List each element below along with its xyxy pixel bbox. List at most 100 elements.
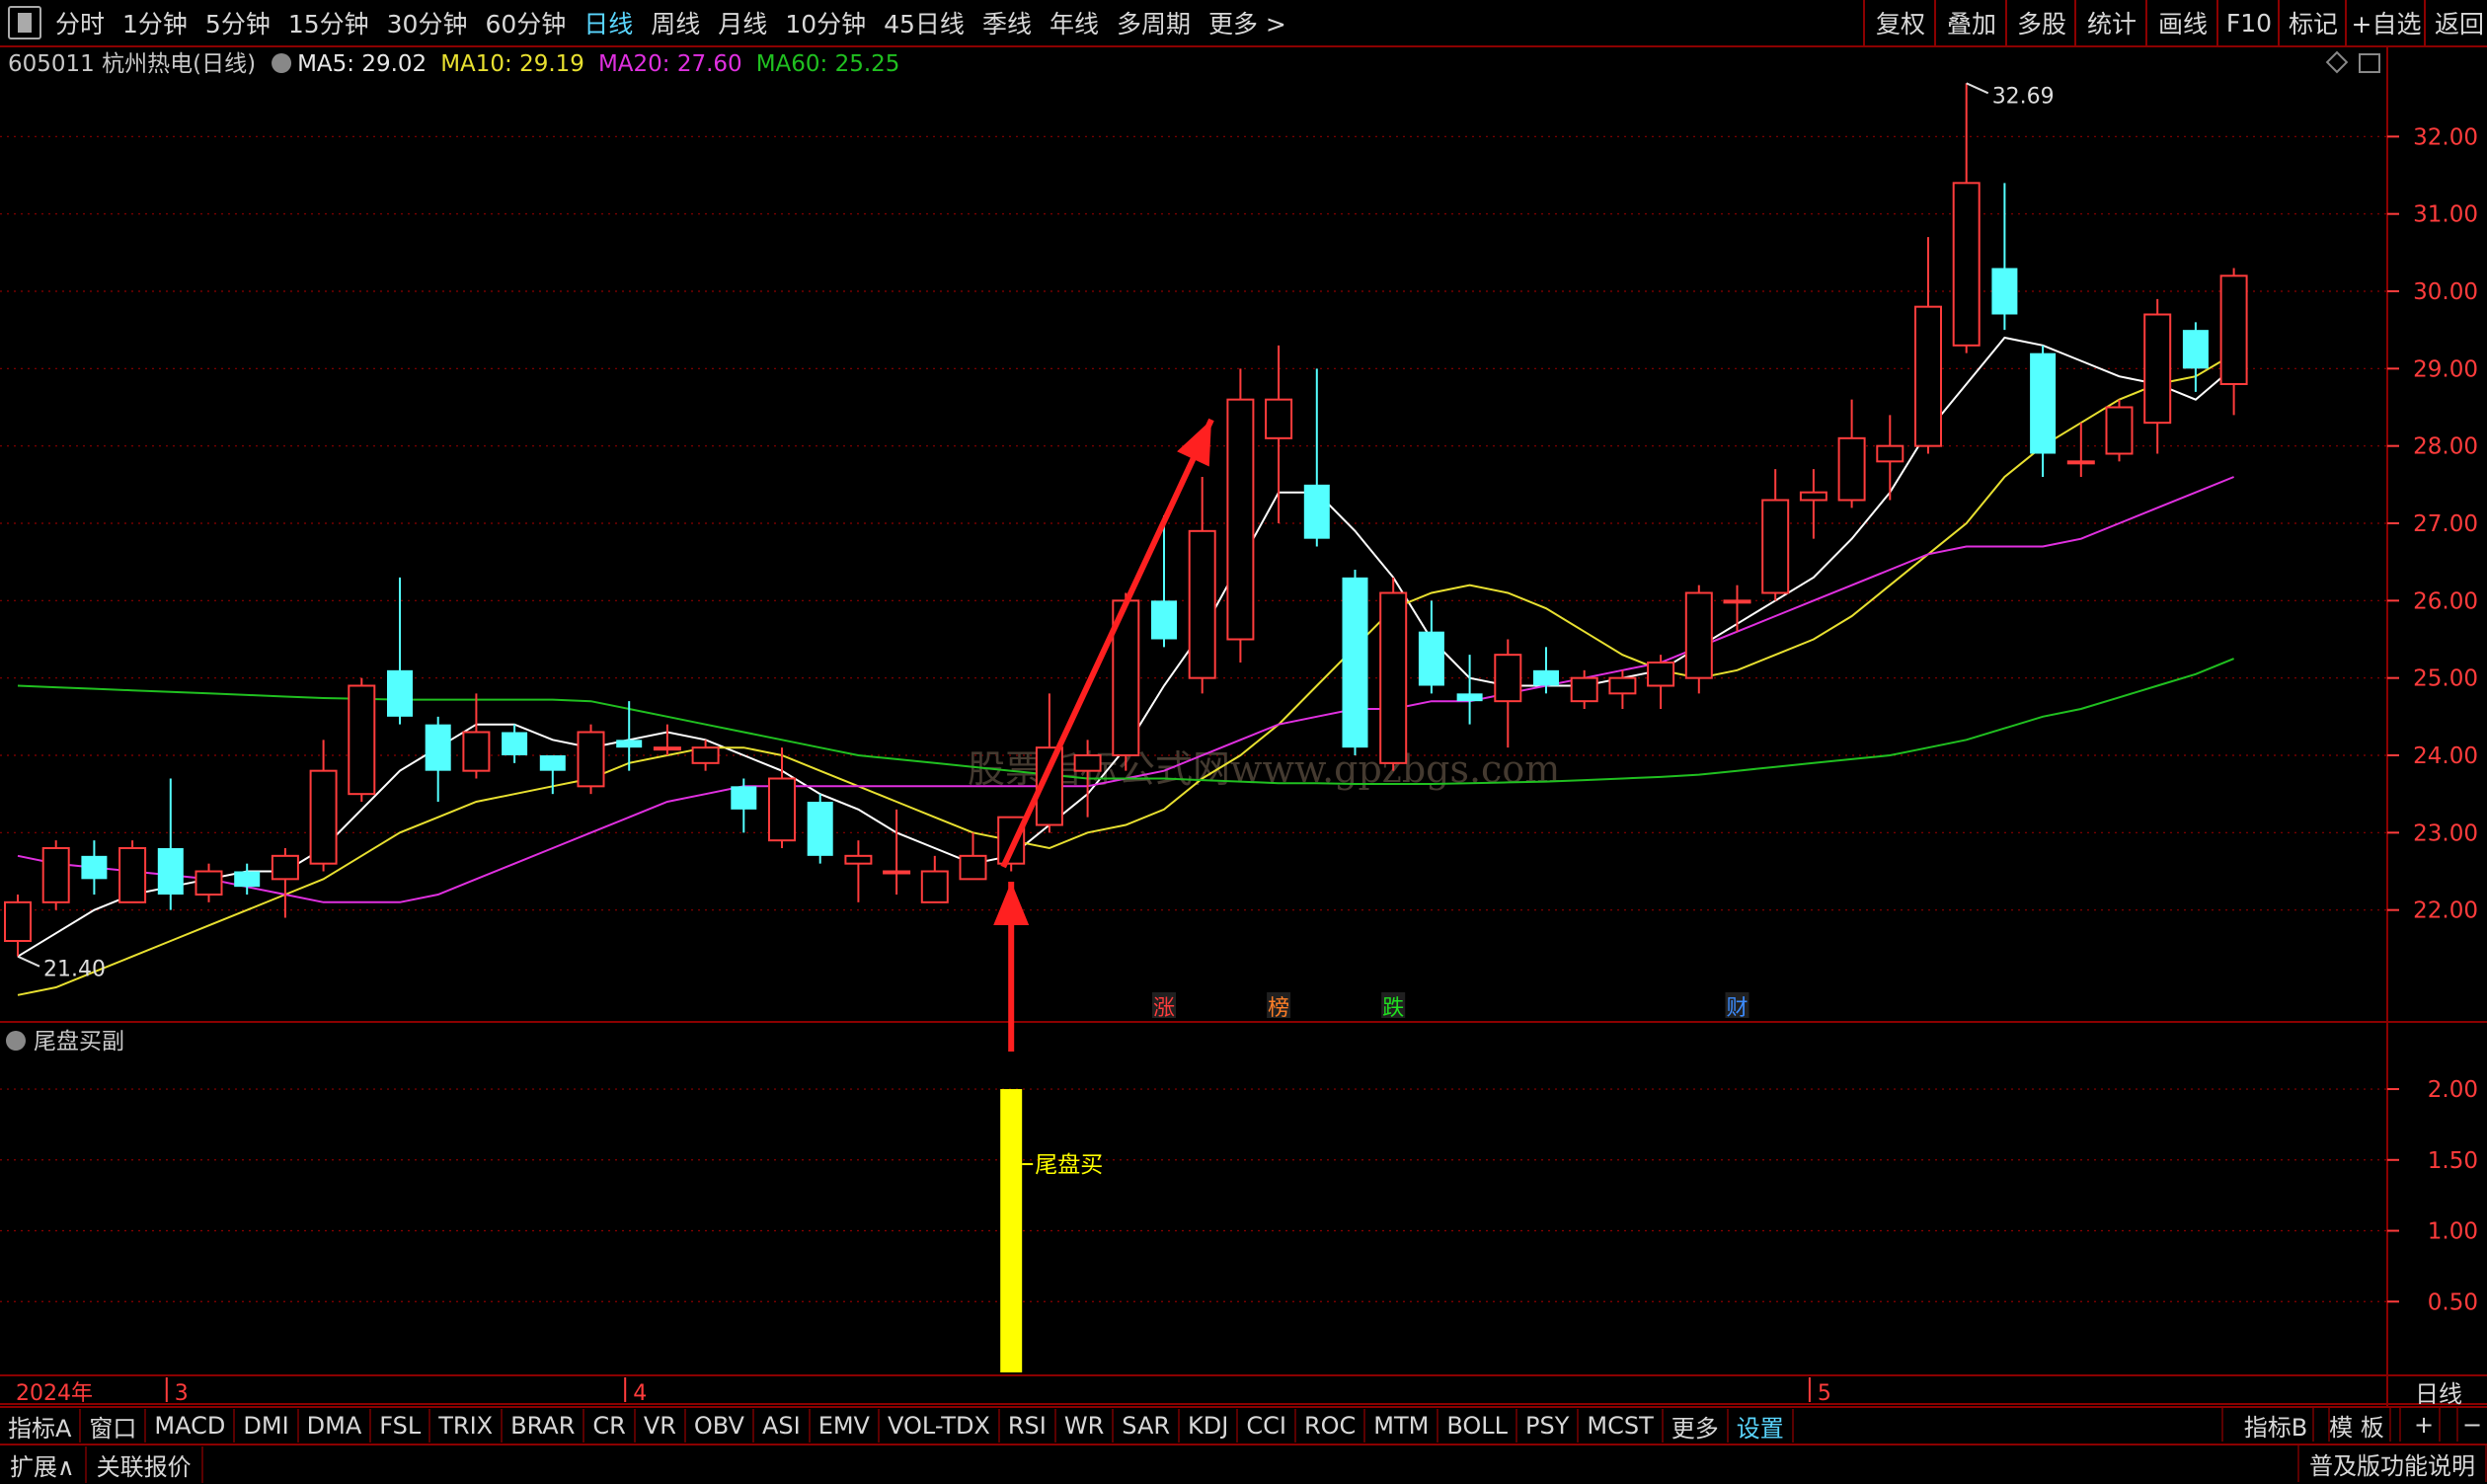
indicator-button-25[interactable]: 设置	[1729, 1409, 1794, 1443]
candle-body-up	[1073, 754, 1102, 772]
header-ma10: MA10: 29.19	[440, 51, 584, 77]
indicator-button-13[interactable]: VOL-TDX	[880, 1409, 1000, 1443]
indicator-button-23[interactable]: MCST	[1579, 1409, 1664, 1443]
period-tab-9[interactable]: 10分钟	[785, 5, 866, 40]
bottom-left-button-1[interactable]: 关联报价	[87, 1446, 203, 1483]
candle-body-down	[157, 848, 184, 895]
indicator-button-24[interactable]: 更多	[1664, 1409, 1729, 1443]
high-label: 32.69	[1992, 84, 2055, 109]
bottom-left-button-0[interactable]: 扩展∧	[0, 1446, 87, 1483]
indicator-button-20[interactable]: MTM	[1365, 1409, 1439, 1443]
candle-body-up	[1379, 591, 1408, 764]
help-link[interactable]: 普及版功能说明	[2297, 1445, 2487, 1482]
tool-button-6[interactable]: 标记	[2278, 0, 2347, 45]
candle-body-up	[2143, 313, 2172, 425]
period-tab-10[interactable]: 45日线	[884, 5, 965, 40]
tool-button-7[interactable]: +自选	[2345, 0, 2426, 45]
indicator-button-21[interactable]: BOLL	[1438, 1409, 1518, 1443]
period-tab-4[interactable]: 30分钟	[387, 5, 468, 40]
indicator-button-16[interactable]: SAR	[1114, 1409, 1181, 1443]
indicator-button-0[interactable]: 指标A	[0, 1409, 82, 1443]
period-tab-8[interactable]: 月线	[718, 5, 767, 40]
candle-body-up	[271, 854, 299, 881]
candle-body-up	[118, 847, 147, 903]
candle-body-down	[234, 871, 261, 888]
indicator-button-11[interactable]: ASI	[754, 1409, 811, 1443]
x-tick-label: 5	[1818, 1381, 1831, 1406]
indicator-button-9[interactable]: VR	[636, 1409, 686, 1443]
period-tab-2[interactable]: 5分钟	[205, 5, 271, 40]
header-ma20: MA20: 27.60	[598, 51, 742, 77]
period-tab-0[interactable]: 分时	[55, 5, 105, 40]
signal-label: 尾盘买	[1035, 1152, 1103, 1178]
y-tick-label: 25.00	[2413, 666, 2478, 692]
period-tab-6[interactable]: 日线	[583, 5, 633, 40]
candle-body-down	[1533, 669, 1559, 686]
indicator-button-3[interactable]: DMI	[235, 1409, 299, 1443]
candle-body-up	[1226, 398, 1255, 641]
indicator-button-10[interactable]: OBV	[686, 1409, 754, 1443]
period-tab-3[interactable]: 15分钟	[288, 5, 369, 40]
right-indicator-button-3[interactable]: −	[2439, 1408, 2487, 1442]
indicator-button-22[interactable]: PSY	[1517, 1409, 1580, 1443]
period-tab-12[interactable]: 年线	[1049, 5, 1099, 40]
indicator-button-2[interactable]: MACD	[146, 1409, 236, 1443]
candle-body-up	[1188, 529, 1216, 679]
rally-arrow-shaft	[1000, 418, 1214, 869]
indicator-button-1[interactable]: 窗口	[81, 1409, 147, 1443]
period-tab-11[interactable]: 季线	[982, 5, 1032, 40]
tool-button-0[interactable]: 复权	[1863, 0, 1936, 45]
right-indicator-button-1[interactable]: 模 板	[2312, 1408, 2401, 1442]
candle-body-up	[194, 870, 223, 896]
candle-body-up	[1265, 398, 1293, 439]
tool-button-2[interactable]: 多股	[2005, 0, 2076, 45]
indicator-button-14[interactable]: RSI	[1000, 1409, 1056, 1443]
period-tab-1[interactable]: 1分钟	[122, 5, 188, 40]
period-tab-13[interactable]: 多周期	[1117, 5, 1191, 40]
event-marker: 涨	[1153, 996, 1175, 1021]
candle-body-up	[577, 731, 605, 788]
period-tab-14[interactable]: 更多 >	[1208, 5, 1286, 40]
candle-body-up	[4, 900, 32, 942]
indicator-button-15[interactable]: WR	[1056, 1409, 1115, 1443]
period-tab-7[interactable]: 周线	[651, 5, 700, 40]
candle-body-up	[1952, 182, 1981, 347]
indicator-button-5[interactable]: FSL	[371, 1409, 431, 1443]
indicator-button-18[interactable]: CCI	[1238, 1409, 1296, 1443]
indicator-button-6[interactable]: TRIX	[430, 1409, 504, 1443]
tool-button-3[interactable]: 统计	[2074, 0, 2147, 45]
candle-body-up	[1608, 676, 1637, 695]
header-ma5: MA5: 29.02	[297, 51, 427, 77]
event-marker: 跌	[1382, 996, 1404, 1021]
header-stock: 605011 杭州热电(日线)	[8, 51, 256, 77]
y-tick-label: 28.00	[2413, 434, 2478, 460]
buy-signal-arrow-head	[993, 882, 1030, 925]
candle-body-up	[959, 854, 987, 881]
candle-body-up	[768, 777, 796, 842]
tool-button-5[interactable]: F10	[2216, 0, 2280, 45]
candle-body-up	[691, 746, 720, 764]
tool-button-1[interactable]: 叠加	[1934, 0, 2007, 45]
y-tick-label: 23.00	[2413, 820, 2478, 846]
indicator-button-4[interactable]: DMA	[299, 1409, 372, 1443]
chart-canvas[interactable]: 22.00 23.00 24.00 25.00 26.00 27.00 28.00 29.00…	[0, 0, 2487, 1482]
tool-button-4[interactable]: 画线	[2145, 0, 2218, 45]
tool-button-8[interactable]: 返回	[2424, 0, 2487, 45]
indicator-button-17[interactable]: KDJ	[1180, 1409, 1239, 1443]
candle-body-up	[1684, 591, 1713, 679]
y-tick-label: 31.00	[2413, 202, 2478, 228]
indicator-button-7[interactable]: BRAR	[503, 1409, 585, 1443]
menu-toggle-button[interactable]	[8, 6, 41, 39]
y-tick-label: 32.00	[2413, 124, 2478, 150]
candle-body-up	[1876, 444, 1904, 463]
indicator-button-12[interactable]: EMV	[811, 1409, 880, 1443]
panel-icon	[2359, 53, 2380, 73]
candle-body-up	[2105, 406, 2134, 455]
candle-body-down	[425, 724, 451, 771]
event-marker: 财	[1726, 996, 1748, 1021]
indicator-button-8[interactable]: CR	[584, 1409, 636, 1443]
candle-body-up	[1837, 436, 1866, 502]
candle-body-up	[1570, 676, 1598, 703]
indicator-button-19[interactable]: ROC	[1296, 1409, 1366, 1443]
period-tab-5[interactable]: 60分钟	[485, 5, 566, 40]
